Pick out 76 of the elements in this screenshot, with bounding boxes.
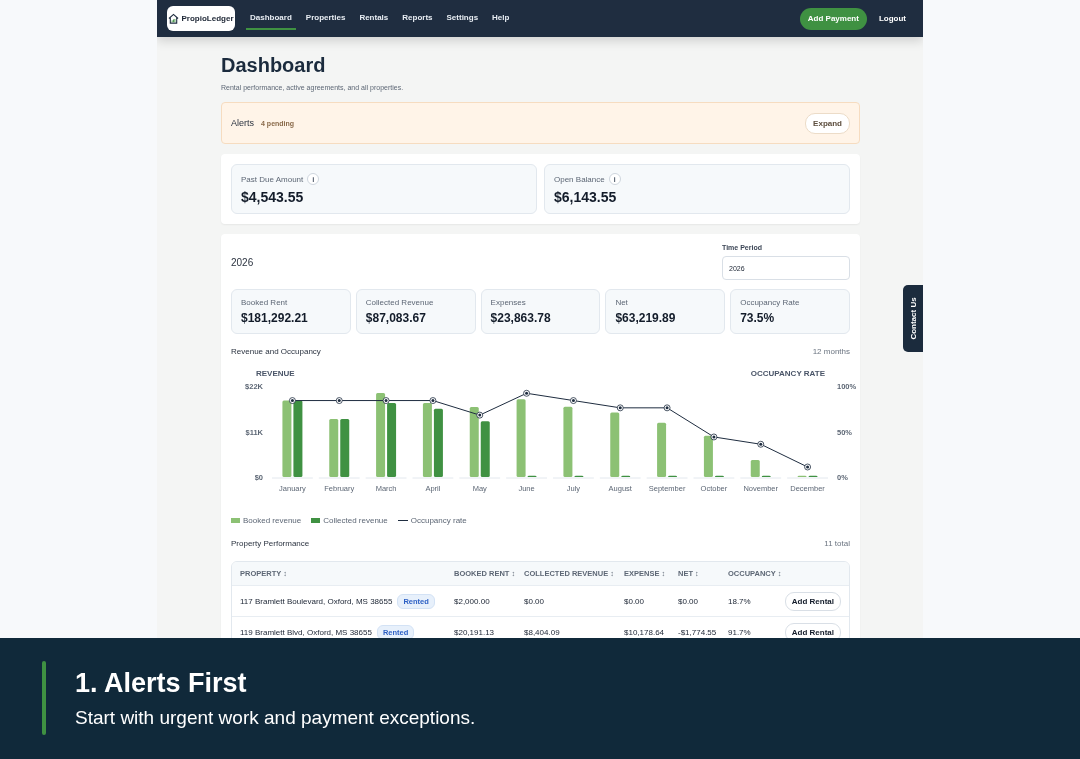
property-address: 117 Bramlett Boulevard, Oxford, MS 38655 [240, 596, 393, 606]
legend-label: Collected revenue [323, 516, 388, 525]
data-point [382, 397, 390, 404]
logo[interactable]: PropioLedger [167, 6, 235, 31]
data-point [804, 463, 811, 471]
add-rental-button[interactable]: Add Rental [784, 622, 841, 638]
kpi-value: $23,863.78 [490, 311, 552, 325]
caption-text: Start with urgent work and payment exceptions. [75, 707, 477, 729]
kpi-value: 73.5% [740, 311, 776, 325]
table-cell-text: $2,000.00 [454, 596, 491, 606]
kpi-label: Net [615, 298, 628, 307]
data-point [757, 440, 765, 448]
info-icon[interactable]: i [307, 173, 320, 185]
table-cell-text: $0.00 [524, 596, 546, 606]
nav-tab[interactable]: Reports [398, 7, 437, 30]
add-payment-button[interactable]: Add Payment [799, 7, 867, 30]
table-cell-text: 91.7% [728, 627, 752, 637]
kpi-value: $181,292.21 [241, 311, 309, 325]
add-rental-button[interactable]: Add Rental [784, 591, 841, 611]
nav-tab[interactable]: Help [488, 7, 514, 30]
table-cell-text: $20,191.13 [454, 627, 496, 637]
kpi-value: $87,083.67 [365, 311, 427, 325]
data-point [523, 389, 530, 397]
legend-label: Occupancy rate [410, 516, 467, 525]
table-cell-text: -$1,774.55 [678, 627, 718, 637]
balance-label: Open Balance [554, 174, 605, 184]
logout-link[interactable]: Logout [878, 14, 906, 23]
legend-swatch-icon [311, 518, 321, 523]
table-cell-text: $0.00 [624, 596, 646, 606]
balance-label: Past Due Amount [241, 174, 304, 184]
data-point [429, 397, 437, 404]
table-cell-text: $10,178.64 [624, 627, 666, 637]
legend-line-icon [397, 520, 408, 521]
axis-title: REVENUE [256, 369, 295, 378]
data-point [570, 397, 577, 404]
nav-tab[interactable]: Rentals [355, 7, 393, 30]
table-title: Property Performance [231, 539, 310, 548]
page-title: Dashboard [221, 54, 327, 77]
nav-tab[interactable]: Settings [442, 7, 483, 30]
year-heading: 2026 [231, 256, 254, 268]
nav-tab[interactable]: Properties [301, 7, 350, 30]
data-point [710, 433, 718, 441]
chart-range: 12 months [812, 347, 850, 356]
legend-swatch-icon [231, 518, 240, 523]
revenue-bar [433, 408, 443, 477]
chart-title: Revenue and Occupancy [231, 347, 321, 356]
data-point [289, 397, 296, 404]
kpi-label: Occupancy Rate [740, 298, 800, 307]
axis-title: OCCUPANCY RATE [750, 369, 825, 378]
property-address: 119 Bramlett Blvd, Oxford, MS 38655 [240, 627, 372, 637]
table-cell-text: 18.7% [728, 596, 752, 606]
legend-label: Booked revenue [243, 516, 302, 525]
house-chart-icon [168, 13, 180, 24]
revenue-bar [480, 421, 490, 477]
data-point [663, 404, 671, 412]
data-point [616, 404, 624, 412]
nav-tab[interactable]: Dashboard [246, 7, 296, 30]
table-cell-text: $8,404.09 [524, 627, 561, 637]
expand-button[interactable]: Expand [805, 112, 850, 134]
balance-value: $4,543.55 [241, 189, 305, 205]
data-point [476, 411, 484, 419]
balance-value: $6,143.55 [554, 189, 618, 205]
contact-us-tab[interactable]: Contact Us [903, 285, 923, 352]
kpi-label: Booked Rent [241, 298, 288, 307]
revenue-bar [340, 419, 350, 477]
kpi-label: Collected Revenue [365, 298, 434, 307]
revenue-bar [469, 407, 479, 477]
kpi-value: $63,219.89 [615, 311, 677, 325]
table-cell-text: $0.00 [678, 596, 700, 606]
caption-title: 1. Alerts First [75, 668, 248, 699]
revenue-bar [329, 419, 339, 477]
table-count: 11 total [824, 539, 850, 548]
alerts-label: Alerts [231, 118, 254, 128]
data-point [335, 397, 343, 404]
kpi-label: Expenses [490, 298, 526, 307]
info-icon[interactable]: i [608, 173, 621, 185]
